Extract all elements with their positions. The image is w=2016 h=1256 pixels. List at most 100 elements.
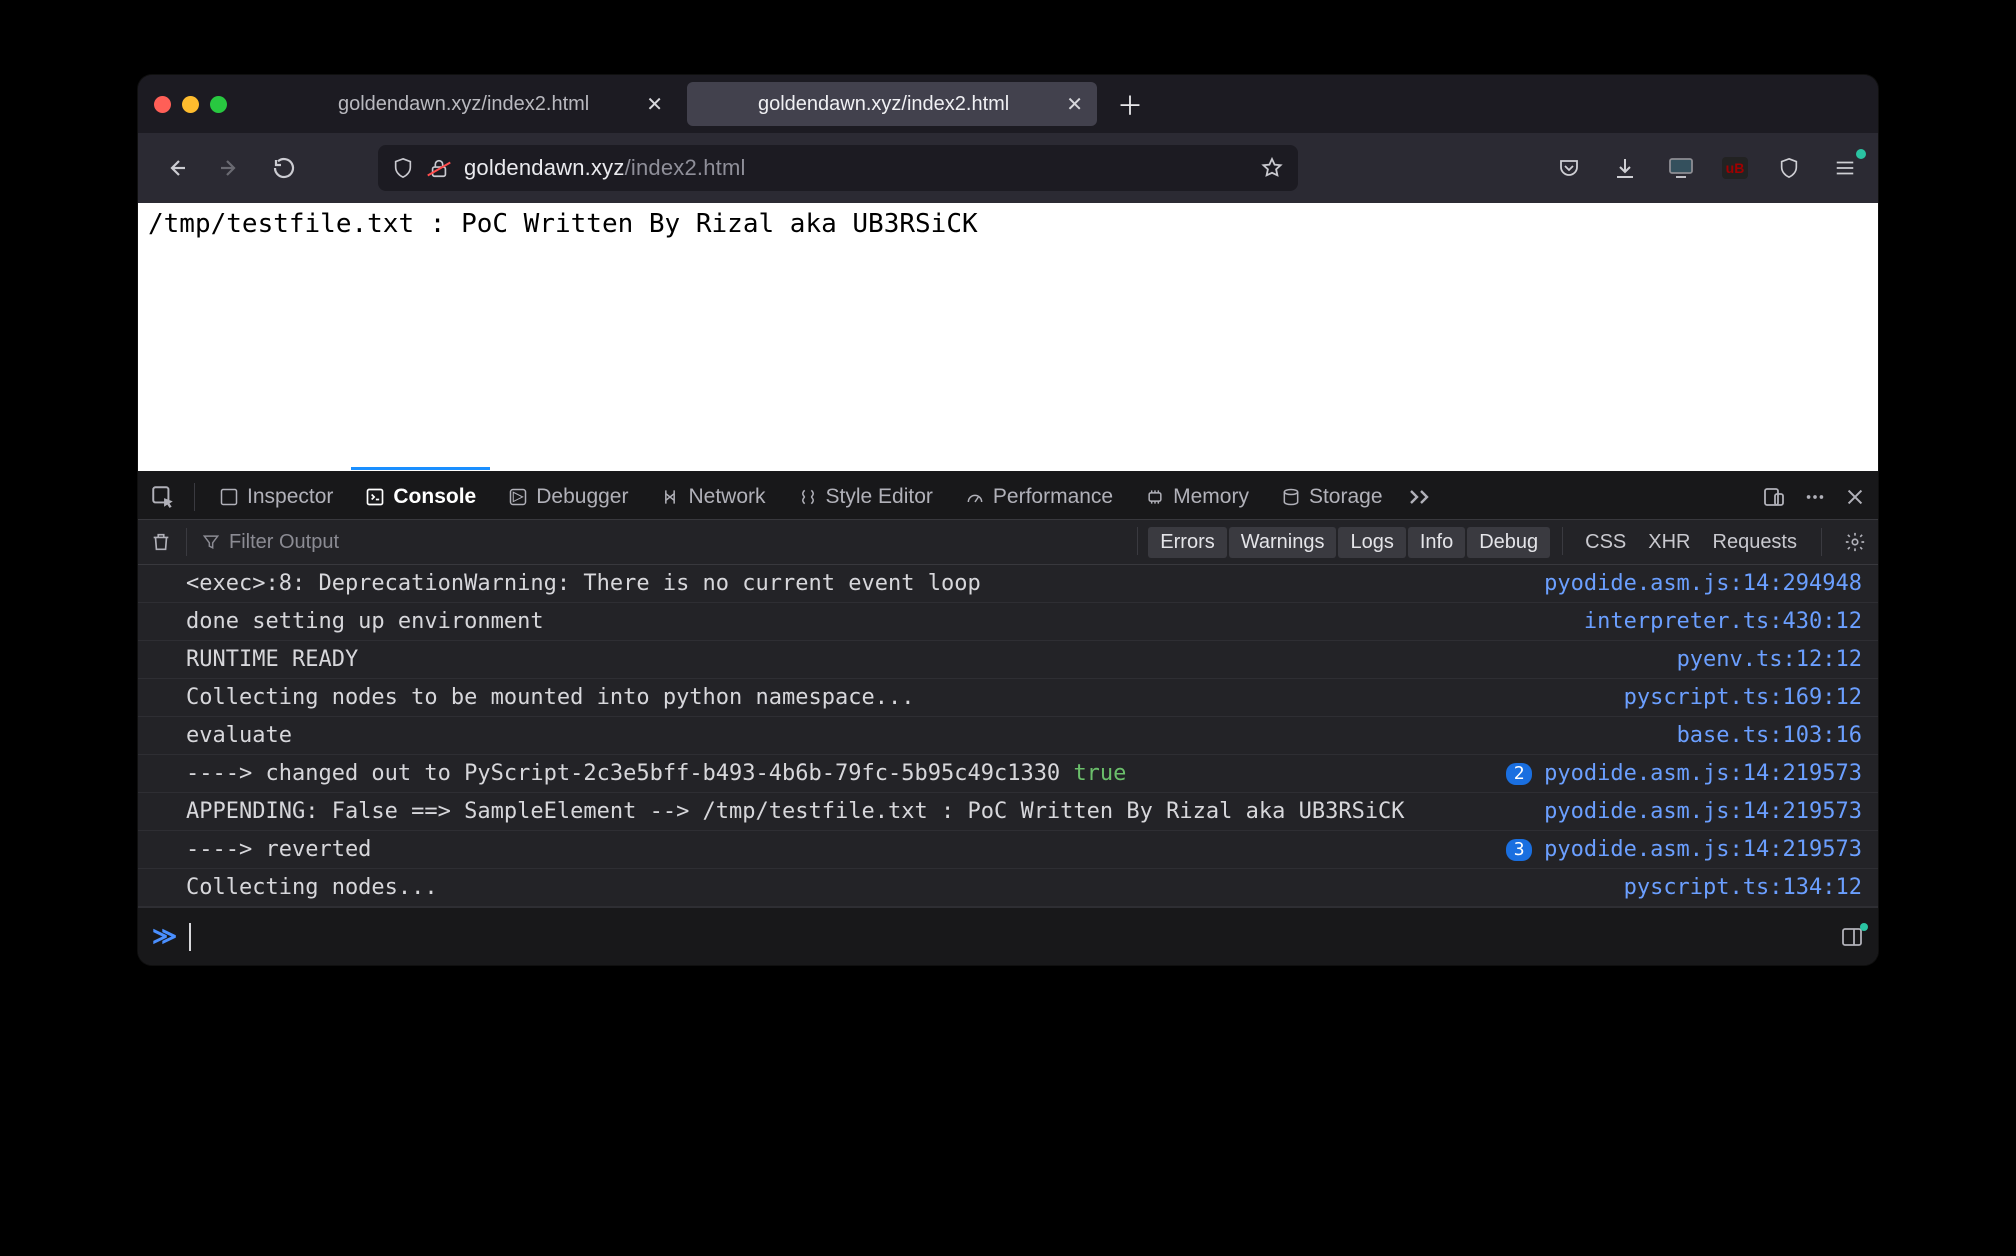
devtools-tab-debugger[interactable]: Debugger <box>494 477 642 517</box>
ublock-icon[interactable]: uB <box>1722 157 1748 179</box>
app-menu-button[interactable] <box>1830 153 1860 183</box>
devtools-tab-inspector[interactable]: Inspector <box>205 477 347 517</box>
log-source-link[interactable]: interpreter.ts:430:12 <box>1584 609 1862 634</box>
log-message: ----> changed out to PyScript-2c3e5bff-b… <box>186 761 1506 786</box>
toolbar: goldendawn.xyz/index2.html uB <box>138 133 1878 203</box>
zoom-window-button[interactable] <box>210 96 227 113</box>
tracking-shield-icon[interactable] <box>392 157 414 179</box>
log-row[interactable]: evaluatebase.ts:103:16 <box>138 717 1878 755</box>
element-picker-icon[interactable] <box>150 484 176 510</box>
notification-dot-icon <box>1856 149 1866 159</box>
log-source-link[interactable]: pyenv.ts:12:12 <box>1677 647 1862 672</box>
back-button[interactable] <box>156 148 196 188</box>
log-message: ----> reverted <box>186 837 1506 862</box>
log-row[interactable]: ----> reverted3pyodide.asm.js:14:219573 <box>138 831 1878 869</box>
console-input[interactable]: ≫ <box>138 907 1878 965</box>
input-caret <box>189 923 191 951</box>
screen-icon[interactable] <box>1666 153 1696 183</box>
log-row[interactable]: <exec>:8: DeprecationWarning: There is n… <box>138 565 1878 603</box>
more-tabs-icon[interactable] <box>1407 487 1433 507</box>
downloads-icon[interactable] <box>1610 153 1640 183</box>
log-row[interactable]: Collecting nodes to be mounted into pyth… <box>138 679 1878 717</box>
log-message: evaluate <box>186 723 1677 748</box>
log-message: done setting up environment <box>186 609 1584 634</box>
tab-0[interactable]: goldendawn.xyz/index2.html ✕ <box>267 82 677 126</box>
console-log: <exec>:8: DeprecationWarning: There is n… <box>138 565 1878 907</box>
count-badge: 2 <box>1506 763 1532 785</box>
log-message: APPENDING: False ==> SampleElement --> /… <box>186 799 1544 824</box>
log-source-link[interactable]: pyodide.asm.js:14:219573 <box>1544 799 1862 824</box>
devtools-tab-style-editor[interactable]: Style Editor <box>784 477 947 517</box>
minimize-window-button[interactable] <box>182 96 199 113</box>
tab-strip: goldendawn.xyz/index2.html ✕ goldendawn.… <box>138 75 1878 133</box>
log-source-link[interactable]: pyodide.asm.js:14:294948 <box>1544 571 1862 596</box>
tab-title: goldendawn.xyz/index2.html <box>281 93 646 116</box>
log-row[interactable]: RUNTIME READYpyenv.ts:12:12 <box>138 641 1878 679</box>
level-warnings[interactable]: Warnings <box>1229 527 1337 558</box>
devtools-tab-memory[interactable]: Memory <box>1131 477 1263 517</box>
devtools-tab-network[interactable]: Network <box>646 477 779 517</box>
url-text: goldendawn.xyz/index2.html <box>464 155 746 181</box>
divider <box>194 483 195 511</box>
filter-requests[interactable]: Requests <box>1703 527 1808 558</box>
log-source-link[interactable]: base.ts:103:16 <box>1677 723 1862 748</box>
toolbar-right: uB <box>1554 153 1860 183</box>
insecure-lock-icon[interactable] <box>428 157 450 179</box>
level-info[interactable]: Info <box>1408 527 1465 558</box>
filter-xhr[interactable]: XHR <box>1638 527 1700 558</box>
tab-1[interactable]: goldendawn.xyz/index2.html ✕ <box>687 82 1097 126</box>
devtools-tab-performance[interactable]: Performance <box>951 477 1127 517</box>
devtools-tabs: Inspector Console Debugger Network Style… <box>138 471 1878 519</box>
devtools-tab-console[interactable]: Console <box>351 477 490 517</box>
pocket-icon[interactable] <box>1554 153 1584 183</box>
log-levels: Errors Warnings Logs Info Debug CSS XHR … <box>1137 527 1807 558</box>
divider <box>1137 527 1138 555</box>
divider <box>1562 527 1563 555</box>
bookmark-star-icon[interactable] <box>1260 156 1284 180</box>
devtools-tab-storage[interactable]: Storage <box>1267 477 1397 517</box>
log-message: Collecting nodes to be mounted into pyth… <box>186 685 1624 710</box>
browser-window: goldendawn.xyz/index2.html ✕ goldendawn.… <box>138 75 1878 965</box>
log-source-link[interactable]: 3pyodide.asm.js:14:219573 <box>1506 837 1862 862</box>
split-console-icon[interactable] <box>1840 925 1864 949</box>
console-toolbar: Filter Output Errors Warnings Logs Info … <box>138 519 1878 565</box>
log-source-link[interactable]: 2pyodide.asm.js:14:219573 <box>1506 761 1862 786</box>
tab-title: goldendawn.xyz/index2.html <box>701 93 1066 116</box>
forward-button[interactable] <box>210 148 250 188</box>
prompt-icon: ≫ <box>152 922 177 951</box>
window-controls <box>154 96 227 113</box>
count-badge: 3 <box>1506 839 1532 861</box>
extension-shield-icon[interactable] <box>1774 153 1804 183</box>
responsive-mode-icon[interactable] <box>1762 485 1786 509</box>
log-source-link[interactable]: pyscript.ts:134:12 <box>1624 875 1862 900</box>
notification-dot-icon <box>1860 923 1868 931</box>
divider <box>1821 528 1822 556</box>
devtools-panel: Inspector Console Debugger Network Style… <box>138 471 1878 965</box>
log-row[interactable]: Collecting nodes...pyscript.ts:134:12 <box>138 869 1878 907</box>
url-bar[interactable]: goldendawn.xyz/index2.html <box>378 145 1298 191</box>
level-errors[interactable]: Errors <box>1148 527 1226 558</box>
filter-input[interactable]: Filter Output <box>201 531 339 554</box>
divider <box>186 528 187 556</box>
log-message: <exec>:8: DeprecationWarning: There is n… <box>186 571 1544 596</box>
console-settings-icon[interactable] <box>1844 531 1866 553</box>
level-debug[interactable]: Debug <box>1467 527 1550 558</box>
page-content: /tmp/testfile.txt : PoC Written By Rizal… <box>138 203 1878 471</box>
close-tab-icon[interactable]: ✕ <box>646 92 663 117</box>
new-tab-button[interactable]: ＋ <box>1113 87 1147 121</box>
close-window-button[interactable] <box>154 96 171 113</box>
page-text: /tmp/testfile.txt : PoC Written By Rizal… <box>148 209 978 239</box>
log-row[interactable]: done setting up environmentinterpreter.t… <box>138 603 1878 641</box>
kebab-menu-icon[interactable] <box>1804 486 1826 508</box>
log-source-link[interactable]: pyscript.ts:169:12 <box>1624 685 1862 710</box>
level-logs[interactable]: Logs <box>1338 527 1405 558</box>
log-message: Collecting nodes... <box>186 875 1624 900</box>
filter-css[interactable]: CSS <box>1575 527 1636 558</box>
clear-console-icon[interactable] <box>150 531 172 553</box>
reload-button[interactable] <box>264 148 304 188</box>
log-message: RUNTIME READY <box>186 647 1677 672</box>
close-tab-icon[interactable]: ✕ <box>1066 92 1083 117</box>
log-row[interactable]: APPENDING: False ==> SampleElement --> /… <box>138 793 1878 831</box>
log-row[interactable]: ----> changed out to PyScript-2c3e5bff-b… <box>138 755 1878 793</box>
close-devtools-icon[interactable] <box>1844 486 1866 508</box>
